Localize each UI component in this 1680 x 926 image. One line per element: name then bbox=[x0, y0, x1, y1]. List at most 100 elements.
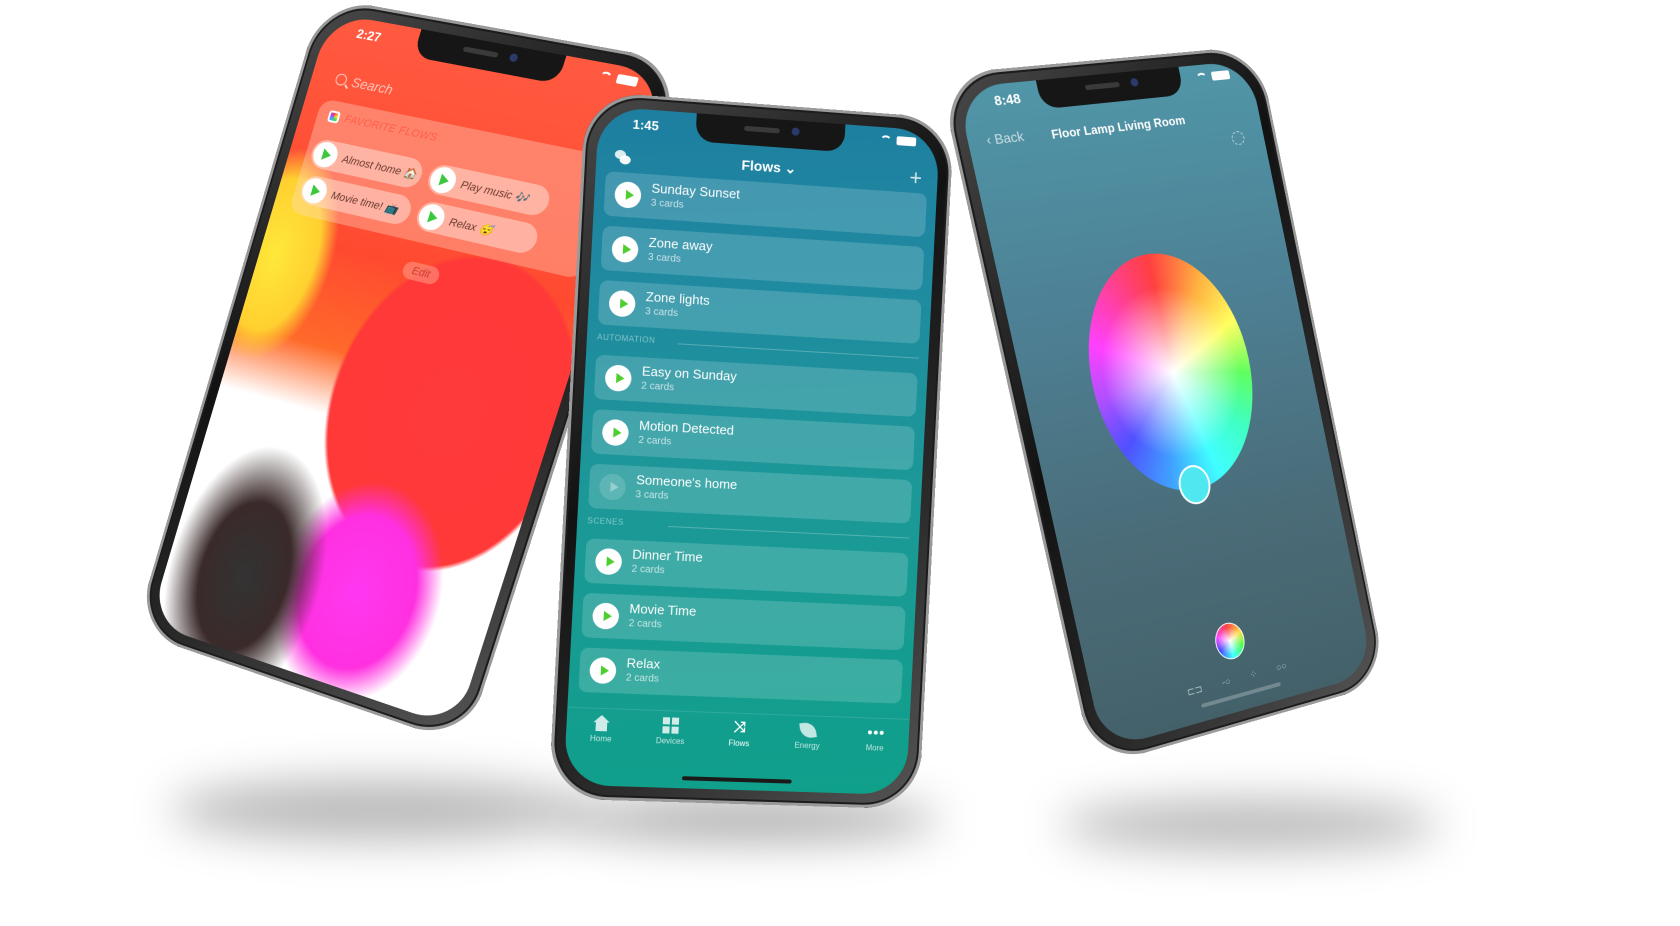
play-icon bbox=[310, 139, 341, 170]
status-icons bbox=[880, 135, 917, 147]
flow-list: Sunday Sunset 3 cards Zone away 3 cards Zone… bbox=[578, 171, 928, 713]
play-icon bbox=[426, 164, 460, 196]
favorite-flow-label: Play music 🎶 bbox=[459, 178, 531, 206]
favorite-flow-label: Relax 😴 bbox=[447, 215, 495, 238]
play-button[interactable] bbox=[601, 418, 630, 447]
home-indicator bbox=[681, 776, 792, 784]
tab-label: Flows bbox=[728, 738, 750, 749]
search-icon bbox=[334, 72, 349, 87]
play-icon bbox=[299, 175, 330, 206]
tab-flows[interactable]: ⤨ Flows bbox=[710, 719, 768, 765]
flow-card[interactable]: Zone lights 3 cards bbox=[597, 280, 922, 344]
play-button[interactable] bbox=[608, 289, 637, 318]
device-title: Floor Lamp Living Room bbox=[1049, 113, 1187, 142]
temperature-slider-icon[interactable]: -○ bbox=[1221, 676, 1232, 689]
play-icon bbox=[609, 481, 619, 493]
flow-card[interactable]: Zone away 3 cards bbox=[600, 225, 925, 291]
color-wheel[interactable] bbox=[1065, 242, 1273, 507]
homey-logo-icon bbox=[326, 109, 342, 124]
flow-card-count: 3 cards bbox=[644, 306, 679, 320]
gear-icon[interactable] bbox=[1230, 130, 1246, 146]
camera-icon bbox=[1129, 78, 1139, 87]
flow-name: Relax bbox=[626, 655, 661, 672]
play-button[interactable] bbox=[614, 180, 642, 209]
flow-name: Zone away bbox=[648, 234, 713, 254]
play-button[interactable] bbox=[594, 547, 623, 576]
flow-card-count: 3 cards bbox=[647, 251, 682, 265]
energy-icon bbox=[799, 721, 817, 740]
play-button[interactable] bbox=[611, 235, 639, 264]
page-title: Flows bbox=[741, 156, 782, 176]
play-button[interactable] bbox=[598, 473, 627, 501]
more-icon bbox=[867, 724, 884, 740]
play-button[interactable] bbox=[604, 364, 633, 392]
flow-card[interactable]: Dinner Time 2 cards bbox=[584, 538, 909, 597]
wifi-icon bbox=[880, 135, 892, 145]
tab-label: Energy bbox=[794, 740, 820, 751]
add-flow-button[interactable]: + bbox=[909, 165, 923, 192]
flow-name: Movie Time bbox=[629, 600, 697, 619]
play-button[interactable] bbox=[589, 656, 617, 685]
phone-center-flows-screen: 1:45 Flows ⌄ + Sunday Sunset 3 cards Zone … bbox=[548, 90, 955, 810]
phone-right-light-color-screen: 8:48 ‹ Back Floor Lamp Living Room ⊏⊐ -○ ⁘… bbox=[938, 45, 1388, 768]
favorite-flow-label: Movie time! 📺 bbox=[329, 189, 400, 216]
flow-card-count: 2 cards bbox=[638, 434, 672, 448]
flow-card-count: 3 cards bbox=[635, 489, 669, 502]
flow-card-count: 2 cards bbox=[640, 380, 675, 394]
flow-card[interactable]: Movie Time 2 cards bbox=[581, 592, 906, 651]
tab-energy[interactable]: Energy bbox=[778, 721, 836, 767]
play-icon bbox=[600, 665, 609, 676]
tab-more[interactable]: More bbox=[846, 724, 903, 769]
search-field[interactable]: Search bbox=[334, 71, 395, 98]
tab-label: More bbox=[865, 743, 884, 753]
widget-header: FAVORITE FLOWS bbox=[326, 109, 439, 145]
flow-card-count: 3 cards bbox=[650, 197, 685, 211]
home-icon bbox=[593, 715, 610, 732]
scenes-icon[interactable]: ⁘ bbox=[1249, 669, 1259, 681]
status-time: 2:27 bbox=[354, 25, 383, 45]
play-button[interactable] bbox=[591, 602, 620, 630]
camera-icon bbox=[791, 127, 800, 136]
flow-name: Dinner Time bbox=[631, 546, 704, 565]
floor-shadow-center bbox=[560, 800, 940, 840]
favorite-flow-label: Almost home 🏠 bbox=[340, 153, 419, 181]
floor-shadow-right bbox=[1060, 800, 1440, 850]
widget-title: FAVORITE FLOWS bbox=[342, 113, 439, 145]
floor-shadow-left bbox=[170, 780, 590, 840]
play-icon bbox=[625, 189, 634, 201]
flow-card-count: 2 cards bbox=[631, 563, 665, 577]
tab-bar: Home Devices ⤨ Flows Energy More bbox=[564, 706, 910, 770]
battery-icon bbox=[896, 136, 917, 147]
flows-icon: ⤨ bbox=[733, 718, 747, 737]
play-icon bbox=[612, 427, 622, 438]
play-icon bbox=[605, 556, 615, 567]
flow-name: Zone lights bbox=[645, 288, 711, 309]
notch bbox=[695, 113, 846, 153]
color-mode-button[interactable] bbox=[1211, 619, 1248, 663]
play-icon bbox=[615, 372, 625, 384]
status-icons bbox=[1195, 70, 1231, 82]
flow-card[interactable]: Motion Detected 2 cards bbox=[590, 409, 916, 471]
play-icon bbox=[619, 298, 629, 310]
flow-card[interactable]: Someone's home 3 cards bbox=[588, 463, 913, 524]
favorite-flows-widget: FAVORITE FLOWS › Almost home 🏠 Play musi… bbox=[288, 98, 620, 280]
brightness-icon[interactable]: ⊏⊐ bbox=[1186, 684, 1203, 699]
flow-card-count: 2 cards bbox=[628, 618, 663, 631]
status-time: 1:45 bbox=[632, 116, 660, 134]
flow-card[interactable]: Relax 2 cards bbox=[578, 647, 904, 704]
devices-icon bbox=[662, 717, 680, 734]
play-icon bbox=[415, 201, 448, 233]
right-screen: 8:48 ‹ Back Floor Lamp Living Room ⊏⊐ -○ ⁘… bbox=[955, 60, 1374, 751]
tab-label: Devices bbox=[655, 736, 685, 747]
status-icons bbox=[598, 71, 639, 87]
play-icon bbox=[602, 610, 612, 622]
notch bbox=[1035, 66, 1184, 110]
more-options-icon[interactable]: ○○ bbox=[1275, 661, 1288, 674]
battery-icon bbox=[615, 73, 639, 87]
tab-devices[interactable]: Devices bbox=[641, 716, 700, 762]
tab-home[interactable]: Home bbox=[571, 714, 630, 760]
battery-icon bbox=[1210, 70, 1231, 81]
search-placeholder: Search bbox=[349, 74, 395, 98]
status-time: 8:48 bbox=[992, 90, 1023, 109]
edit-button[interactable]: Edit bbox=[400, 259, 442, 286]
